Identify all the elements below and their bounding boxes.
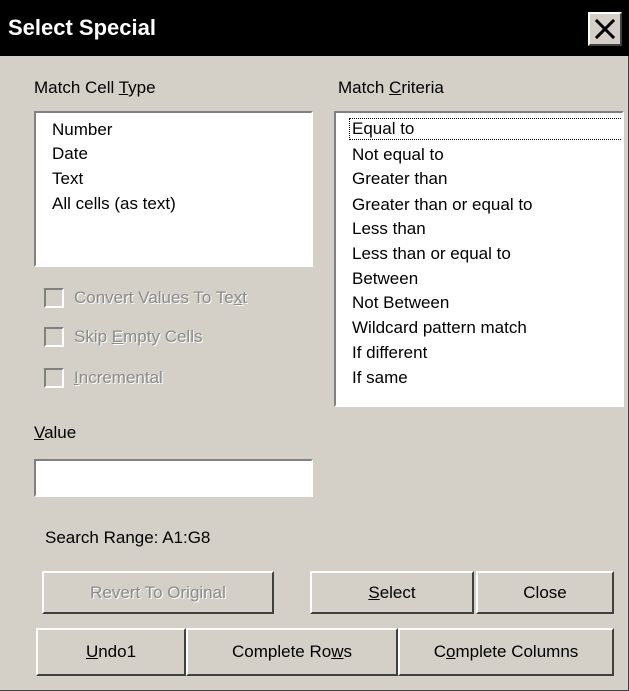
cell-type-item[interactable]: Text <box>52 169 83 189</box>
complete-columns-label-pre: C <box>433 642 446 661</box>
convert-values-checkbox[interactable] <box>44 288 64 308</box>
skip-empty-cells-checkbox[interactable] <box>44 327 64 347</box>
criteria-item[interactable]: Wildcard pattern match <box>352 318 527 338</box>
match-criteria-label-pre: Match <box>338 78 390 97</box>
complete-columns-label-key: o <box>445 642 456 661</box>
criteria-item[interactable]: Less than <box>352 219 426 239</box>
criteria-item[interactable]: Greater than <box>352 169 447 189</box>
undo-button-label: ndo1 <box>98 642 137 661</box>
complete-columns-button[interactable]: Co mplete Columns <box>398 628 614 676</box>
complete-rows-label-post: s <box>343 642 353 661</box>
cell-type-item[interactable]: Number <box>52 120 112 140</box>
title-bar[interactable]: Select Special <box>0 0 629 56</box>
undo-button[interactable]: Undo1 <box>36 628 186 676</box>
match-criteria-label-key: C <box>389 78 402 97</box>
match-cell-type-label-key: T <box>118 78 129 97</box>
complete-columns-label-post: mplete Columns <box>455 642 579 661</box>
value-label: Value <box>34 423 76 443</box>
convert-values-label-pre: Convert Values To Te <box>74 288 234 307</box>
criteria-item[interactable]: If different <box>352 343 427 363</box>
skip-empty-cells-label-post: mpty Cells <box>123 327 203 346</box>
complete-rows-label-key: w <box>331 642 344 661</box>
close-icon <box>594 18 616 40</box>
criteria-item[interactable]: Not Between <box>352 293 449 313</box>
criteria-item[interactable]: Less than or equal to <box>352 244 511 264</box>
skip-empty-cells-label-key: E <box>111 327 124 346</box>
value-label-key: V <box>34 423 45 442</box>
revert-to-original-button[interactable]: Revert To Original <box>42 571 274 614</box>
select-button-label: elect <box>379 582 416 602</box>
select-special-dialog: Select Special Match Cell Type Number Da… <box>0 0 629 691</box>
incremental-label-post: ncremental <box>78 368 163 387</box>
search-range-text: Search Range: A1:G8 <box>45 528 211 547</box>
select-button[interactable]: Select <box>310 571 474 614</box>
cell-type-item[interactable]: Date <box>52 144 88 164</box>
convert-values-label: Convert Values To Text <box>74 288 247 308</box>
criteria-item[interactable]: Greater than or equal to <box>352 195 533 215</box>
incremental-label: Incremental <box>74 368 163 388</box>
criteria-item-selected[interactable]: Equal to <box>349 118 622 140</box>
match-cell-type-label: Match Cell Type <box>34 78 156 98</box>
value-input[interactable] <box>34 459 313 497</box>
skip-empty-cells-label: Skip Empty Cells <box>74 327 203 347</box>
criteria-item[interactable]: Not equal to <box>352 145 444 165</box>
match-cell-type-label-pre: Match Cell <box>34 78 119 97</box>
convert-values-label-post: t <box>242 288 247 307</box>
complete-rows-label-pre: Complete Ro <box>232 642 332 661</box>
select-button-key: S <box>368 582 380 602</box>
complete-rows-button[interactable]: Complete Ro w s <box>186 628 398 676</box>
skip-empty-cells-label-pre: Skip <box>74 327 112 346</box>
close-button[interactable]: Close <box>476 571 614 614</box>
incremental-checkbox[interactable] <box>44 368 64 388</box>
cell-type-item[interactable]: All cells (as text) <box>52 194 176 214</box>
convert-values-label-key: x <box>233 288 243 307</box>
match-criteria-list[interactable]: Equal to Not equal to Greater than Great… <box>334 111 624 407</box>
match-criteria-label: Match Criteria <box>338 78 444 98</box>
match-cell-type-list[interactable]: Number Date Text All cells (as text) <box>34 111 313 267</box>
value-label-post: alue <box>44 423 77 442</box>
close-window-button[interactable] <box>588 12 622 46</box>
match-cell-type-label-post: ype <box>128 78 156 97</box>
undo-button-key: U <box>85 642 99 661</box>
criteria-item[interactable]: If same <box>352 368 408 388</box>
criteria-item[interactable]: Between <box>352 269 418 289</box>
dialog-title: Select Special <box>8 15 156 40</box>
match-criteria-label-post: riteria <box>401 78 444 97</box>
